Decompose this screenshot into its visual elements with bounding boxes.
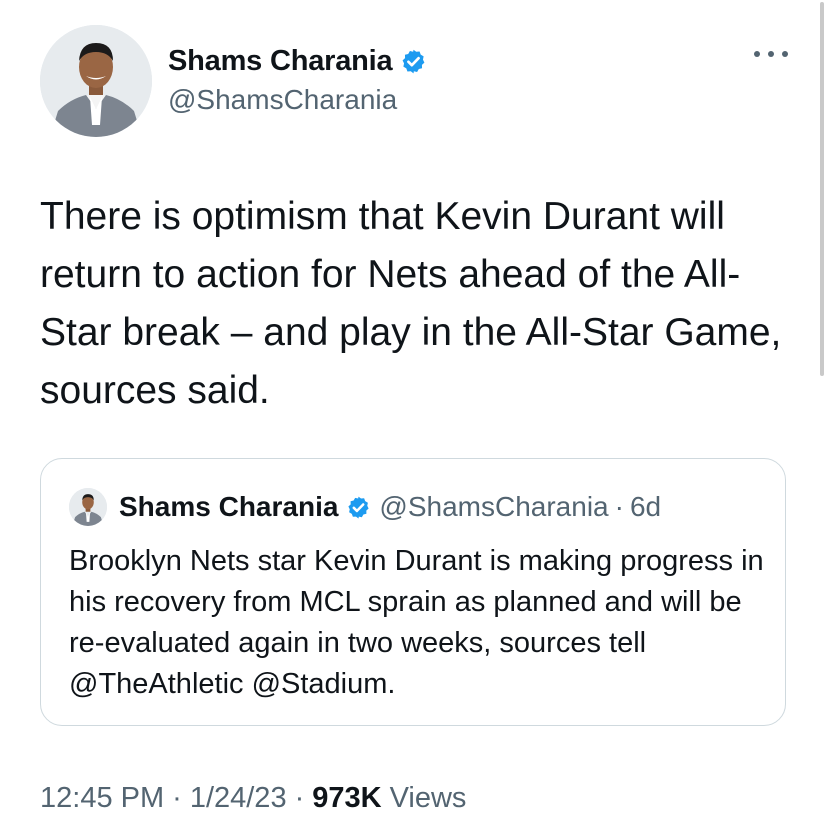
quoted-tweet-header: Shams Charania @ShamsCharania · 6d [69, 487, 661, 527]
verified-badge-icon [403, 49, 425, 73]
author-name-row: Shams Charania [168, 42, 427, 80]
tweet-meta: 12:45 PM · 1/24/23 · 973K Views [40, 778, 466, 818]
quoted-tweet-age[interactable]: 6d [630, 491, 661, 523]
quoted-author-handle[interactable]: @ShamsCharania [379, 491, 608, 523]
more-dot [782, 51, 788, 57]
meta-separator: · [294, 781, 305, 814]
tweet-date[interactable]: 1/24/23 [190, 782, 287, 815]
meta-separator: · [172, 781, 182, 814]
more-dot [754, 51, 760, 57]
avatar-photo [69, 488, 107, 526]
verified-badge-icon [348, 496, 370, 518]
author-handle[interactable]: @ShamsCharania [168, 84, 397, 116]
more-horizontal-icon[interactable] [754, 44, 788, 64]
views-label: Views [389, 781, 467, 814]
tweet: Shams Charania @ShamsCharania There is o… [0, 0, 828, 838]
quoted-author-avatar[interactable] [69, 488, 107, 526]
avatar-photo [40, 25, 152, 137]
tweet-text: There is optimism that Kevin Durant will… [40, 195, 782, 412]
quoted-tweet-text: Brooklyn Nets star Kevin Durant is makin… [69, 545, 764, 700]
views-count[interactable]: 973K [312, 782, 381, 815]
tweet-time[interactable]: 12:45 PM [40, 782, 164, 815]
quoted-author-name[interactable]: Shams Charania [119, 491, 338, 523]
author-avatar[interactable] [40, 25, 152, 137]
quoted-separator: · [614, 491, 624, 522]
more-dot [768, 51, 774, 57]
scrollbar[interactable] [820, 2, 824, 376]
author-name[interactable]: Shams Charania [168, 45, 393, 78]
quoted-tweet-card[interactable]: Shams Charania @ShamsCharania · 6d Brook… [40, 458, 786, 726]
